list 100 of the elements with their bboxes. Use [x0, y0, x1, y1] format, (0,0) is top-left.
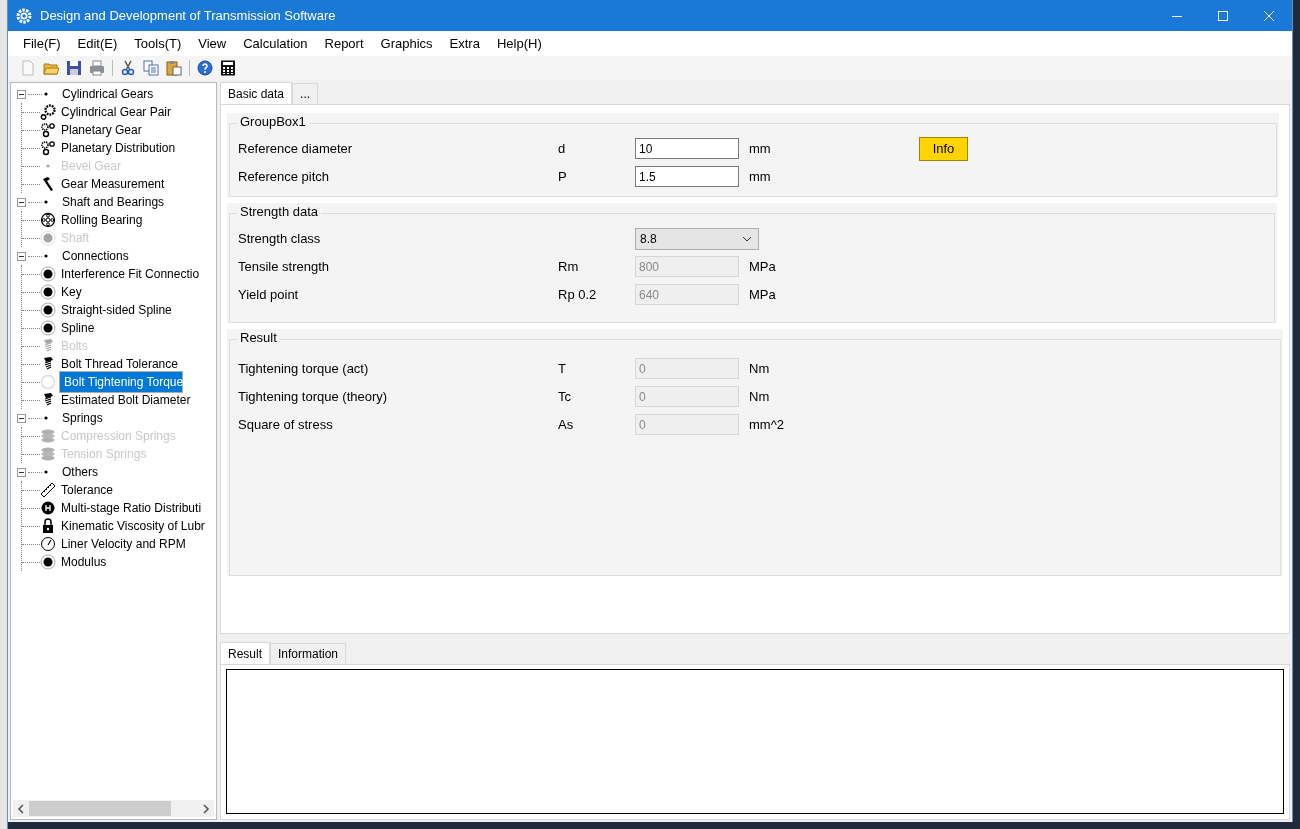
gears-icon: [40, 122, 56, 138]
tree-item[interactable]: Tolerance: [59, 482, 116, 498]
menu-item[interactable]: Extra: [442, 36, 487, 51]
collapse-icon[interactable]: [17, 413, 26, 423]
menu-item[interactable]: Calculation: [236, 36, 315, 51]
menu-item[interactable]: Graphics: [373, 36, 440, 51]
gear-icon: [40, 104, 56, 120]
tab[interactable]: ...: [292, 83, 319, 104]
bullet-icon: [44, 200, 48, 204]
group-title: GroupBox1: [237, 114, 309, 129]
tree-item[interactable]: Bolt Thread Tolerance: [59, 356, 180, 372]
menu-item[interactable]: Report: [317, 36, 371, 51]
tree-item[interactable]: Liner Velocity and RPM: [59, 536, 188, 552]
tree-item[interactable]: Cylindrical Gear Pair: [59, 104, 174, 120]
circle-icon: [40, 374, 56, 390]
ring-icon: [40, 266, 56, 282]
dropdown[interactable]: 8.8: [635, 227, 759, 250]
group-title: Strength data: [237, 204, 322, 219]
tree-item[interactable]: Modulus: [59, 554, 109, 570]
tab[interactable]: Information: [270, 643, 347, 664]
input-field[interactable]: 10: [635, 138, 739, 159]
tree-group[interactable]: Cylindrical Gears: [60, 86, 156, 102]
symbol-label: Rm: [558, 259, 579, 274]
scissors-icon[interactable]: [120, 60, 136, 76]
horizontal-scrollbar[interactable]: [13, 800, 214, 817]
hammer-icon: [40, 176, 56, 192]
collapse-icon[interactable]: [17, 251, 26, 261]
tab[interactable]: Basic data: [220, 82, 293, 104]
bearing-icon: [40, 212, 56, 228]
unit-label: mm: [749, 169, 772, 184]
spring-icon: [40, 428, 56, 444]
window-title: Design and Development of Transmission Software: [40, 8, 336, 23]
tab[interactable]: Result: [220, 642, 270, 664]
tree-item[interactable]: Gear Measurement: [59, 176, 167, 192]
ring-icon: [40, 320, 56, 336]
unit-label: mm: [749, 141, 772, 156]
bullet-icon: [44, 470, 48, 474]
input-field[interactable]: 1.5: [635, 166, 739, 187]
tree-item[interactable]: Estimated Bolt Diameter: [59, 392, 193, 408]
tree-item[interactable]: Straight-sided Spline: [59, 302, 174, 318]
gauge-icon: [40, 536, 56, 552]
info-button[interactable]: Info: [919, 136, 968, 161]
field-label: Reference pitch: [238, 169, 331, 184]
ring-icon: [40, 302, 56, 318]
ring-icon: [40, 284, 56, 300]
menu-item[interactable]: File(F): [16, 36, 68, 51]
tree-item[interactable]: Planetary Gear: [59, 122, 144, 138]
tree-group[interactable]: Shaft and Bearings: [60, 194, 167, 210]
copy-icon[interactable]: [143, 60, 159, 76]
dial-icon: [40, 500, 56, 516]
ruler-icon: [40, 482, 56, 498]
field-label: Yield point: [238, 287, 300, 302]
symbol-label: T: [558, 361, 566, 376]
print-icon[interactable]: [89, 60, 105, 76]
tree-item[interactable]: Planetary Distribution: [59, 140, 178, 156]
bullet-icon: [44, 254, 48, 258]
field-label: Tightening torque (act): [238, 361, 370, 376]
bullet-icon: [44, 416, 48, 420]
save-icon[interactable]: [66, 60, 82, 76]
tree-group[interactable]: Connections: [60, 248, 131, 264]
scroll-right-icon[interactable]: [202, 803, 210, 814]
symbol-label: As: [558, 417, 574, 432]
tree-group[interactable]: Others: [60, 464, 100, 480]
unit-label: Nm: [749, 389, 771, 404]
unit-label: mm^2: [749, 417, 785, 432]
field-label: Tensile strength: [238, 259, 331, 274]
gear-icon: [16, 7, 32, 24]
lock-icon: [40, 518, 56, 534]
ring-icon: [40, 230, 56, 246]
tree-group[interactable]: Springs: [60, 410, 105, 426]
calculator-icon[interactable]: [220, 60, 236, 76]
field-label: Reference diameter: [238, 141, 354, 156]
tree-item[interactable]: Spline: [59, 320, 97, 336]
symbol-label: Tc: [558, 389, 571, 404]
folder-icon[interactable]: [43, 60, 59, 76]
bullet-icon: [44, 92, 48, 96]
field-label: Strength class: [238, 231, 322, 246]
tree-item[interactable]: Kinematic Viscosity of Lubr: [59, 518, 207, 534]
field-label: Tightening torque (theory): [238, 389, 389, 404]
tree-item[interactable]: Multi-stage Ratio Distributi: [59, 500, 204, 516]
paste-icon[interactable]: [166, 60, 182, 76]
chevron-down-icon: [742, 235, 752, 242]
collapse-icon[interactable]: [17, 467, 26, 477]
menu-item[interactable]: View: [191, 36, 234, 51]
unit-label: MPa: [749, 287, 777, 302]
menu-item[interactable]: Tools(T): [127, 36, 189, 51]
menu-item[interactable]: Help(H): [489, 36, 549, 51]
tree-item[interactable]: Key: [59, 284, 84, 300]
field-label: Square of stress: [238, 417, 334, 432]
tree-item[interactable]: Rolling Bearing: [59, 212, 145, 228]
ring-icon: [40, 554, 56, 570]
collapse-icon[interactable]: [17, 89, 26, 99]
help-icon[interactable]: [197, 60, 213, 76]
spring-icon: [40, 446, 56, 462]
group-title: Result: [237, 330, 280, 345]
gears-icon: [40, 140, 56, 156]
collapse-icon[interactable]: [17, 197, 26, 207]
tree-item[interactable]: Interference Fit Connectio: [59, 266, 202, 282]
scroll-left-icon[interactable]: [17, 803, 25, 814]
menu-item[interactable]: Edit(E): [70, 36, 125, 51]
